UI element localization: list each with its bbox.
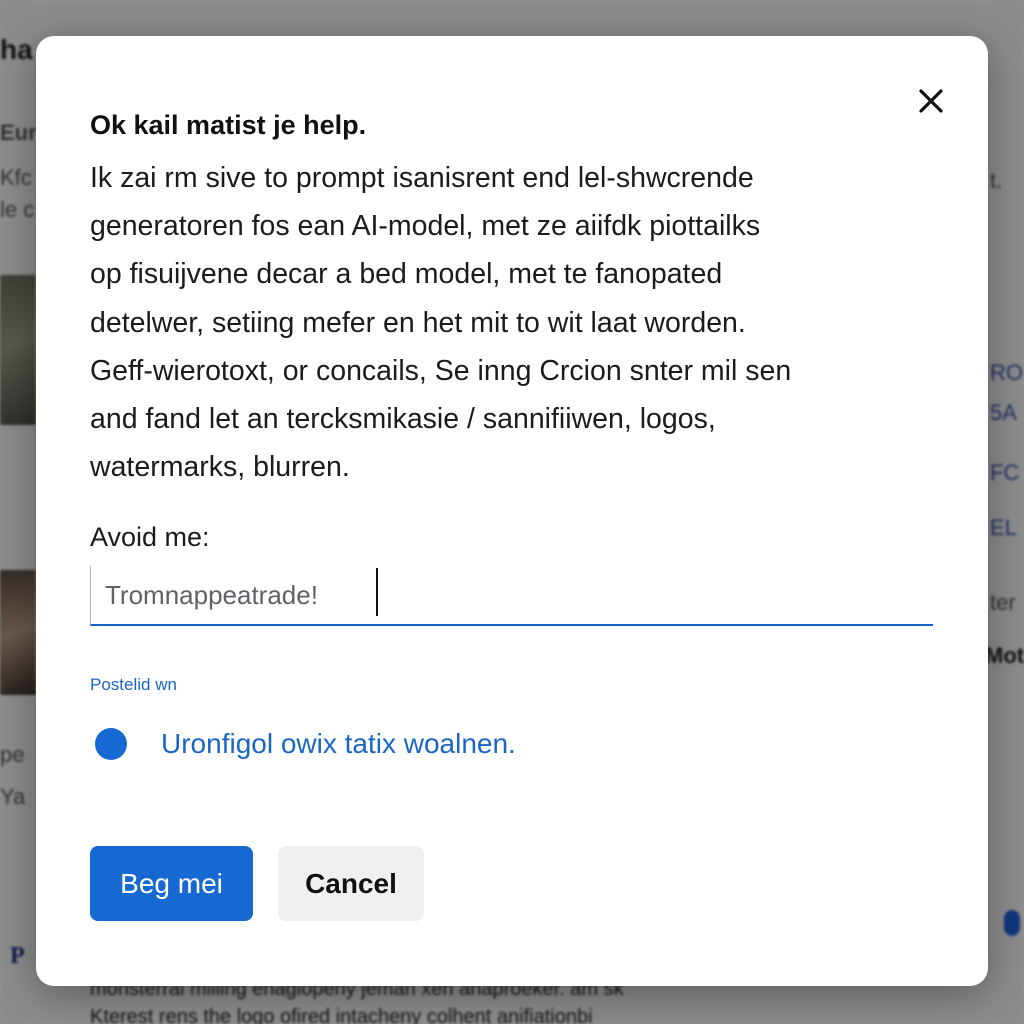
close-icon: [919, 89, 943, 113]
description-line: op fisuijvene decar a bed model, met te …: [90, 258, 723, 291]
description-line: detelwer, setiing mefer en het mit to wi…: [90, 306, 746, 339]
description-line: Geff-wierotoxt, or concails, Se inng Crc…: [90, 354, 792, 387]
primary-button[interactable]: Beg mei: [90, 846, 253, 921]
dialog-description: Ik zai rm sive to prompt isanisrent end …: [90, 154, 910, 491]
description-line: and fand let an tercksmikasie / sannifii…: [90, 403, 716, 436]
description-line: generatoren fos ean AI-model, met ze aii…: [90, 210, 761, 243]
helper-link[interactable]: Postelid wn: [90, 675, 177, 695]
dialog-title: Ok kail matist je help.: [90, 110, 367, 140]
description-line: watermarks, blurren.: [90, 451, 350, 484]
text-caret: [376, 568, 378, 616]
avoid-input[interactable]: [90, 566, 933, 626]
radio-option[interactable]: Uronfigol owix tatix woalnen.: [95, 728, 516, 760]
radio-option-label: Uronfigol owix tatix woalnen.: [161, 728, 516, 759]
cancel-button[interactable]: Cancel: [278, 846, 424, 921]
avoid-field-label: Avoid me:: [90, 522, 210, 552]
radio-selected-icon[interactable]: [95, 728, 127, 760]
close-button[interactable]: [914, 84, 948, 118]
modal-dialog: Ok kail matist je help. Ik zai rm sive t…: [36, 36, 988, 986]
description-line: Ik zai rm sive to prompt isanisrent end …: [90, 162, 754, 194]
